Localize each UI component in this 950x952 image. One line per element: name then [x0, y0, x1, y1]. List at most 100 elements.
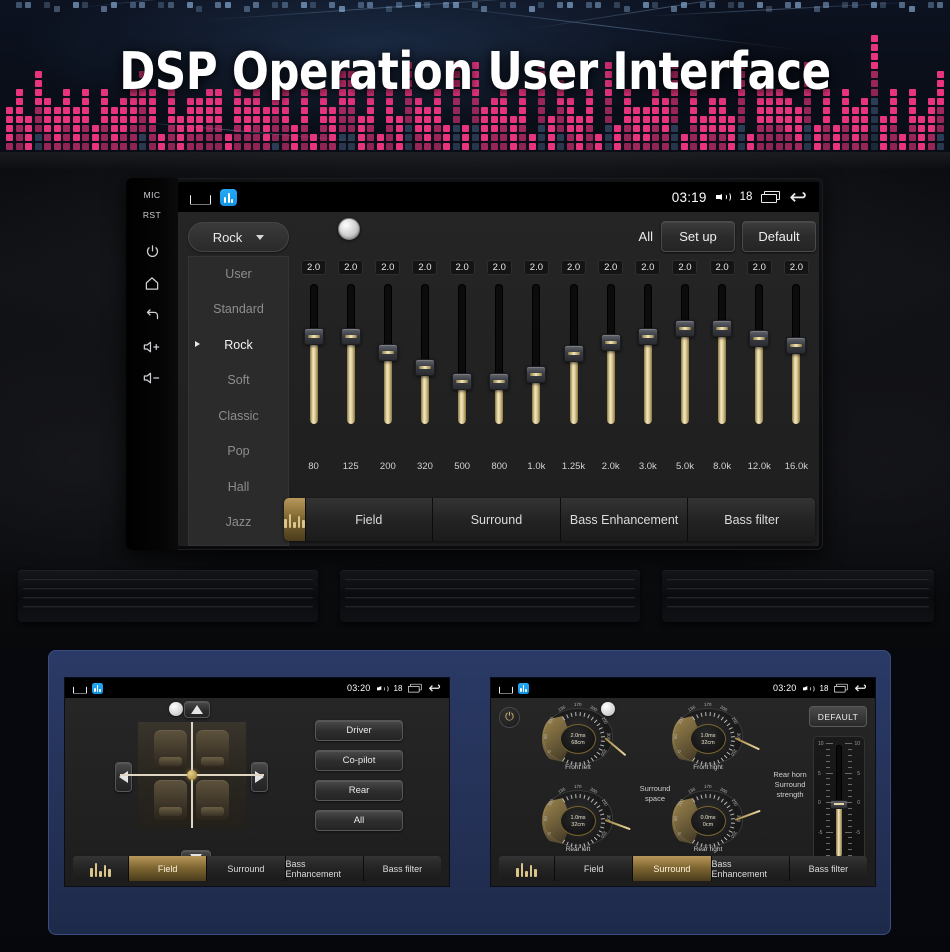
eq-band-track[interactable]: [570, 284, 578, 424]
default-button[interactable]: Default: [742, 221, 816, 252]
tab-bass-enhancement[interactable]: Bass Enhancement: [561, 498, 689, 541]
arrow-right-button[interactable]: [251, 762, 268, 792]
eq-band-thumb[interactable]: [749, 330, 769, 347]
preset-item-standard[interactable]: Standard: [188, 292, 289, 328]
eq-band-track[interactable]: [310, 284, 318, 424]
eq-band-1.25k[interactable]: 2.01.25k: [555, 260, 592, 455]
tab-equalizer[interactable]: [284, 498, 306, 541]
back-arrow-icon[interactable]: ↩: [854, 684, 867, 693]
volume-up-icon[interactable]: [143, 340, 162, 357]
preset-item-rock[interactable]: Rock: [188, 327, 289, 363]
eq-band-thumb[interactable]: [526, 366, 546, 383]
tab-surround[interactable]: Surround: [207, 856, 285, 881]
tab-bass-enhancement[interactable]: Bass Enhancement: [712, 856, 790, 881]
eq-band-thumb[interactable]: [378, 344, 398, 361]
bottom-tab-bar[interactable]: FieldSurroundBass EnhancementBass filter: [499, 856, 867, 881]
eq-band-track[interactable]: [681, 284, 689, 424]
eq-band-thumb[interactable]: [786, 337, 806, 354]
power-icon[interactable]: ⏻: [499, 707, 520, 728]
eq-band-2.0k[interactable]: 2.02.0k: [592, 260, 629, 455]
eq-band-track[interactable]: [718, 284, 726, 424]
setup-button[interactable]: Set up: [661, 221, 735, 252]
tab-equalizer[interactable]: [73, 856, 129, 881]
eq-band-track[interactable]: [458, 284, 466, 424]
eq-band-track[interactable]: [755, 284, 763, 424]
recents-icon[interactable]: [761, 191, 780, 204]
tab-equalizer[interactable]: [499, 856, 555, 881]
delay-knob-rear-left[interactable]: 0501001361702002503003501.0ms32cmRear le…: [541, 790, 615, 852]
back-arrow-icon[interactable]: ↩: [428, 684, 441, 693]
home-icon[interactable]: [190, 191, 209, 204]
crosshair-center-point[interactable]: [187, 770, 197, 780]
preset-item-pop[interactable]: Pop: [188, 434, 289, 470]
preset-item-user[interactable]: User: [188, 256, 289, 292]
all-label[interactable]: All: [639, 229, 653, 244]
eq-band-125[interactable]: 2.0125: [332, 260, 369, 455]
field-button-rear[interactable]: Rear: [315, 780, 403, 801]
preset-item-jazz[interactable]: Jazz: [188, 505, 289, 541]
delay-knob-front-right[interactable]: 0501001361702002503003501.0ms32cmFront r…: [671, 708, 745, 770]
surround-strength-slider[interactable]: 1050-5-10 1050-5-10: [813, 736, 865, 866]
tab-bass-filter[interactable]: Bass filter: [364, 856, 441, 881]
tab-bass-enhancement[interactable]: Bass Enhancement: [286, 856, 364, 881]
eq-band-thumb[interactable]: [712, 320, 732, 337]
power-icon[interactable]: [145, 244, 160, 262]
eq-band-3.0k[interactable]: 2.03.0k: [629, 260, 666, 455]
tab-bass-filter[interactable]: Bass filter: [790, 856, 867, 881]
equalizer-band-sliders[interactable]: 2.0802.01252.02002.03202.05002.08002.01.…: [295, 260, 815, 455]
eq-band-800[interactable]: 2.0800: [481, 260, 518, 455]
tab-surround[interactable]: Surround: [633, 856, 711, 881]
bottom-tab-bar[interactable]: FieldSurroundBass EnhancementBass filter: [73, 856, 441, 881]
tab-surround[interactable]: Surround: [433, 498, 561, 541]
back-icon[interactable]: [144, 308, 161, 326]
eq-band-320[interactable]: 2.0320: [406, 260, 443, 455]
volume-down-icon[interactable]: [143, 371, 162, 388]
eq-band-thumb[interactable]: [304, 328, 324, 345]
preset-item-hall[interactable]: Hall: [188, 469, 289, 505]
eq-band-track[interactable]: [792, 284, 800, 424]
eq-band-thumb[interactable]: [638, 328, 658, 345]
home-icon[interactable]: [499, 684, 511, 693]
eq-band-80[interactable]: 2.080: [295, 260, 332, 455]
eq-band-track[interactable]: [495, 284, 503, 424]
home-icon[interactable]: [73, 684, 85, 693]
eq-band-thumb[interactable]: [489, 373, 509, 390]
eq-band-500[interactable]: 2.0500: [444, 260, 481, 455]
eq-band-track[interactable]: [421, 284, 429, 424]
equalizer-app-icon[interactable]: [220, 189, 237, 206]
eq-band-thumb[interactable]: [601, 334, 621, 351]
eq-band-thumb[interactable]: [341, 328, 361, 345]
eq-band-track[interactable]: [384, 284, 392, 424]
field-button-co-pilot[interactable]: Co-pilot: [315, 750, 403, 771]
tab-field[interactable]: Field: [129, 856, 207, 881]
bottom-tab-bar[interactable]: FieldSurroundBass EnhancementBass filter: [284, 498, 815, 541]
arrow-left-button[interactable]: [115, 762, 132, 792]
preset-item-classic[interactable]: Classic: [188, 398, 289, 434]
field-button-all[interactable]: All: [315, 810, 403, 831]
preset-dropdown-button[interactable]: Rock: [188, 222, 289, 252]
home-icon[interactable]: [144, 276, 160, 294]
seat-position-diagram[interactable]: [138, 722, 246, 828]
eq-band-thumb[interactable]: [415, 359, 435, 376]
eq-band-thumb[interactable]: [564, 345, 584, 362]
eq-band-track[interactable]: [532, 284, 540, 424]
eq-band-track[interactable]: [607, 284, 615, 424]
equalizer-app-icon[interactable]: [518, 683, 529, 694]
eq-band-track[interactable]: [347, 284, 355, 424]
tab-field[interactable]: Field: [555, 856, 633, 881]
eq-band-8.0k[interactable]: 2.08.0k: [704, 260, 741, 455]
eq-band-track[interactable]: [644, 284, 652, 424]
arrow-up-button[interactable]: [184, 701, 210, 718]
eq-band-1.0k[interactable]: 2.01.0k: [518, 260, 555, 455]
delay-knob-front-left[interactable]: 0501001361702002503003502.0ms68cmFront l…: [541, 708, 615, 770]
preset-list[interactable]: UserStandardRockSoftClassicPopHallJazz: [188, 256, 289, 546]
eq-band-thumb[interactable]: [675, 320, 695, 337]
recents-icon[interactable]: [834, 683, 844, 692]
equalizer-app-icon[interactable]: [92, 683, 103, 694]
eq-band-16.0k[interactable]: 2.016.0k: [778, 260, 815, 455]
tab-bass-filter[interactable]: Bass filter: [688, 498, 815, 541]
preset-item-soft[interactable]: Soft: [188, 363, 289, 399]
tab-field[interactable]: Field: [306, 498, 434, 541]
eq-band-200[interactable]: 2.0200: [369, 260, 406, 455]
field-button-driver[interactable]: Driver: [315, 720, 403, 741]
